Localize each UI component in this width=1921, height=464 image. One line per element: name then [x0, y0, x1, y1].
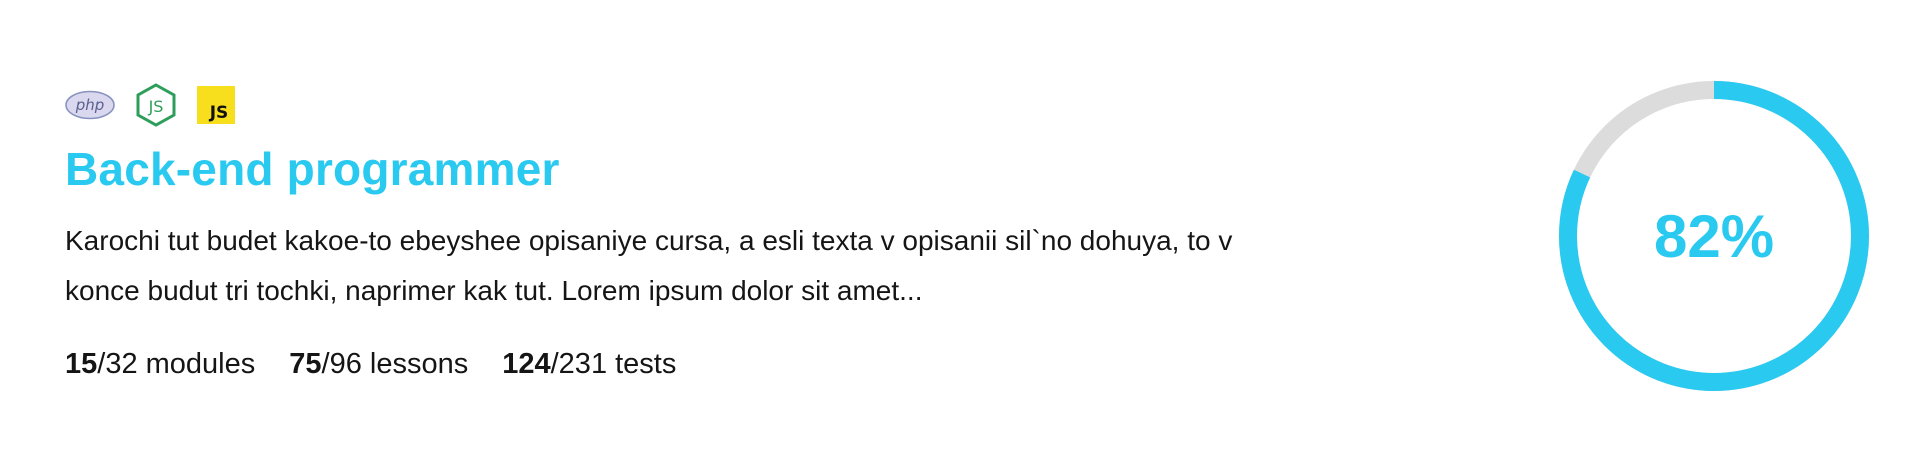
modules-done: 15	[65, 348, 98, 380]
lessons-total: /96 lessons	[321, 348, 469, 380]
progress-ring: 82%	[1556, 78, 1872, 394]
course-description: Karochi tut budet kakoe-to ebeyshee opis…	[65, 225, 1233, 306]
tech-icons: php JS JS	[65, 83, 1365, 127]
course-card[interactable]: php JS JS Back-end programmer Karochi tu…	[0, 0, 1921, 464]
svg-text:php: php	[75, 96, 105, 114]
lessons-done: 75	[289, 348, 322, 380]
modules-stat: 15/32 modules	[65, 348, 255, 381]
course-info: php JS JS Back-end programmer Karochi tu…	[65, 83, 1365, 381]
tests-stat: 124/231 tests	[502, 348, 676, 381]
nodejs-icon: JS	[135, 83, 177, 127]
lessons-stat: 75/96 lessons	[289, 348, 468, 381]
php-icon: php	[65, 90, 115, 120]
javascript-icon: JS	[197, 86, 235, 124]
course-stats: 15/32 modules 75/96 lessons 124/231 test…	[65, 348, 1365, 381]
progress-label: 82%	[1653, 202, 1775, 270]
tests-done: 124	[502, 348, 551, 380]
course-title[interactable]: Back-end programmer	[65, 140, 1365, 198]
tests-total: /231 tests	[550, 348, 677, 380]
svg-text:JS: JS	[209, 103, 229, 123]
svg-text:JS: JS	[148, 97, 164, 116]
modules-total: /32 modules	[97, 348, 256, 380]
